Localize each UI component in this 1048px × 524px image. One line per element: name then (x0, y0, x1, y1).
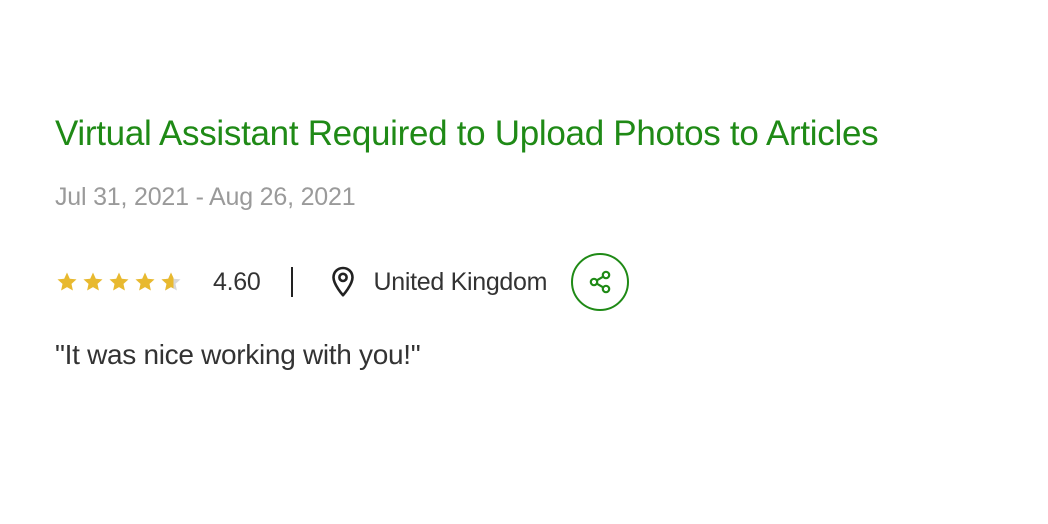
client-feedback: "It was nice working with you!" (55, 339, 421, 370)
map-pin-icon (332, 266, 355, 297)
half-star-icon (161, 272, 181, 291)
rating-value: 4.60 (213, 267, 261, 296)
location-text: United Kingdom (373, 267, 548, 296)
star-icon (109, 272, 129, 291)
job-history-card: Virtual Assistant Required to Upload Pho… (55, 108, 1008, 375)
star-icon (135, 272, 155, 291)
star-icon (57, 272, 77, 291)
rating-stars (55, 270, 183, 294)
job-title-link[interactable]: Virtual Assistant Required to Upload Pho… (55, 108, 879, 160)
share-button[interactable] (571, 253, 630, 311)
star-icon (83, 272, 103, 291)
meta-divider (291, 267, 294, 297)
job-date-range: Jul 31, 2021 - Aug 26, 2021 (55, 183, 356, 211)
job-meta-row: 4.60 United Kingdom (55, 251, 1008, 313)
share-icon (589, 270, 611, 294)
